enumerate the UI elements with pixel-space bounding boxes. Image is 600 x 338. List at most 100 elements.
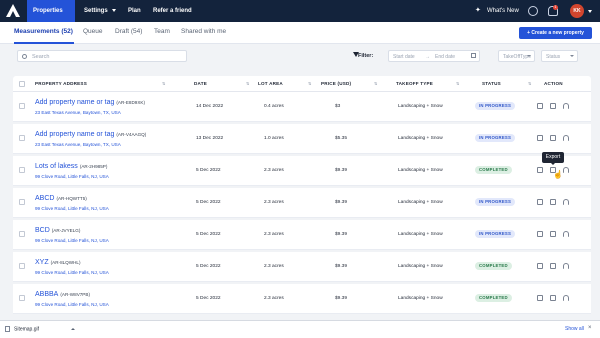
logo-icon[interactable] xyxy=(0,0,26,22)
duplicate-icon[interactable] xyxy=(537,263,543,269)
headset-icon[interactable] xyxy=(563,199,569,205)
column-label: PROPERTY ADDRESS xyxy=(35,81,87,86)
column-status[interactable]: STATUS xyxy=(482,81,501,86)
whats-new-link[interactable]: What's New xyxy=(487,0,519,22)
nav-refer-friend[interactable]: Refer a friend xyxy=(147,0,198,22)
takeoff-type-cell: Landscaping + Snow xyxy=(398,136,443,141)
property-name-link[interactable]: ABBBA (AR-W8V7PB) xyxy=(35,291,90,298)
nav-settings[interactable]: Settings xyxy=(78,0,122,22)
download-item[interactable]: Sitemap.gif xyxy=(5,326,39,332)
sort-icon[interactable]: ⇅ xyxy=(528,81,531,86)
avatar[interactable]: KK xyxy=(570,4,584,18)
lot-area-cell: 2.3 acres xyxy=(264,168,284,173)
duplicate-icon[interactable] xyxy=(537,199,543,205)
tab-draft[interactable]: Draft (54) xyxy=(115,28,142,35)
sort-icon[interactable]: ⇅ xyxy=(374,81,377,86)
select-all-checkbox[interactable] xyxy=(19,81,25,87)
table-row[interactable]: Lots of lakess (AR-2H985P) 99 Clove Road, … xyxy=(13,156,591,186)
export-icon[interactable] xyxy=(550,103,556,109)
property-name-link[interactable]: XYZ (AR-8LQWHL) xyxy=(35,259,81,266)
headset-icon[interactable] xyxy=(563,167,569,173)
export-icon[interactable] xyxy=(550,263,556,269)
nav-properties[interactable]: Properties xyxy=(27,0,75,34)
tab-team[interactable]: Team xyxy=(154,28,170,35)
property-address-link[interactable]: 99 Clove Road, Little Falls, NJ, USA xyxy=(35,238,109,243)
export-icon[interactable] xyxy=(550,135,556,141)
property-name: Add property name or tag xyxy=(35,99,115,106)
table-row[interactable]: ABBBA (AR-W8V7PB) 99 Clove Road, Little Fa… xyxy=(13,284,591,314)
show-all-link[interactable]: Show all xyxy=(565,326,584,332)
sort-icon[interactable]: ⇅ xyxy=(308,81,311,86)
property-name-link[interactable]: Lots of lakess (AR-2H985P) xyxy=(35,163,107,170)
export-icon[interactable] xyxy=(550,199,556,205)
sort-icon[interactable]: ⇅ xyxy=(456,81,459,86)
export-icon[interactable] xyxy=(550,295,556,301)
row-checkbox[interactable] xyxy=(19,135,25,141)
duplicate-icon[interactable] xyxy=(537,135,543,141)
close-icon[interactable]: × xyxy=(588,325,592,331)
duplicate-icon[interactable] xyxy=(537,167,543,173)
table-row[interactable]: ABCD (AR-HQWTT5) 99 Clove Road, Little Fal… xyxy=(13,188,591,218)
tab-measurements[interactable]: Measurements (52) xyxy=(14,28,73,35)
row-checkbox[interactable] xyxy=(19,295,25,301)
row-checkbox[interactable] xyxy=(19,167,25,173)
status-select[interactable]: Status xyxy=(541,50,578,62)
tab-queue[interactable]: Queue xyxy=(83,28,103,35)
filter-label: Filter: xyxy=(358,53,374,59)
date-range-field[interactable]: Start date → End date xyxy=(388,50,480,62)
duplicate-icon[interactable] xyxy=(537,295,543,301)
help-icon[interactable] xyxy=(528,6,538,16)
end-date-placeholder: End date xyxy=(435,53,456,60)
property-address-link[interactable]: 99 Clove Road, Little Falls, NJ, USA xyxy=(35,174,109,179)
property-name-link[interactable]: Add property name or tag (AR-E8D9XK) xyxy=(35,99,145,106)
takeoff-type-select[interactable]: TakeOffType xyxy=(498,50,535,62)
search-input[interactable]: Search xyxy=(17,50,187,62)
column-label: LOT AREA xyxy=(258,81,283,86)
column-takeoff-type[interactable]: TAKEOFF TYPE xyxy=(396,81,433,86)
property-address-link[interactable]: 99 Clove Road, Little Falls, NJ, USA xyxy=(35,270,109,275)
headset-icon[interactable] xyxy=(563,295,569,301)
property-address-link[interactable]: 99 Clove Road, Little Falls, NJ, USA xyxy=(35,206,109,211)
column-date[interactable]: DATE xyxy=(194,81,207,86)
headset-icon[interactable] xyxy=(563,231,569,237)
property-name: ABBBA xyxy=(35,291,59,298)
export-icon[interactable] xyxy=(550,231,556,237)
megaphone-icon: ✦ xyxy=(475,7,481,14)
row-checkbox[interactable] xyxy=(19,103,25,109)
property-address-link[interactable]: 99 Clove Road, Little Falls, NJ, USA xyxy=(35,302,109,307)
property-name-link[interactable]: Add property name or tag (AR-V4AAGQ) xyxy=(35,131,146,138)
property-address-link[interactable]: 23 East Texas Avenue, Baytown, TX, USA xyxy=(35,110,121,115)
table-row[interactable]: XYZ (AR-8LQWHL) 99 Clove Road, Little Fall… xyxy=(13,252,591,282)
sort-icon[interactable]: ⇅ xyxy=(162,81,165,86)
date-cell: 14 Dec 2022 xyxy=(196,104,224,109)
duplicate-icon[interactable] xyxy=(537,103,543,109)
column-price[interactable]: PRICE (USD) xyxy=(321,81,351,86)
search-icon xyxy=(22,54,27,59)
price-cell: $9.39 xyxy=(335,168,348,173)
row-checkbox[interactable] xyxy=(19,263,25,269)
table-row[interactable]: Add property name or tag (AR-V4AAGQ) 23 Ea… xyxy=(13,124,591,154)
tab-shared-with-me[interactable]: Shared with me xyxy=(181,28,226,35)
chevron-down-icon[interactable] xyxy=(588,10,592,13)
sort-icon[interactable]: ⇅ xyxy=(246,81,249,86)
row-checkbox[interactable] xyxy=(19,231,25,237)
headset-icon[interactable] xyxy=(563,103,569,109)
headset-icon[interactable] xyxy=(563,263,569,269)
table-row[interactable]: Add property name or tag (AR-E8D9XK) 23 Ea… xyxy=(13,92,591,122)
table-row[interactable]: BCD (AR-JVYELG) 99 Clove Road, Little Fall… xyxy=(13,220,591,250)
duplicate-icon[interactable] xyxy=(537,231,543,237)
column-lot-area[interactable]: LOT AREA xyxy=(258,81,283,86)
status-badge: IN PROGRESS xyxy=(475,230,516,238)
chevron-up-icon[interactable] xyxy=(71,328,75,330)
column-property-address[interactable]: PROPERTY ADDRESS xyxy=(35,81,87,86)
property-address-link[interactable]: 23 East Texas Avenue, Baytown, TX, USA xyxy=(35,142,121,147)
create-property-button[interactable]: + Create a new property xyxy=(519,27,592,39)
search-placeholder: Search xyxy=(32,53,50,60)
takeoff-type-cell: Landscaping + Snow xyxy=(398,168,443,173)
row-checkbox[interactable] xyxy=(19,199,25,205)
property-name-link[interactable]: BCD (AR-JVYELG) xyxy=(35,227,80,234)
property-name-link[interactable]: ABCD (AR-HQWTT5) xyxy=(35,195,87,202)
headset-icon[interactable] xyxy=(563,135,569,141)
nav-plan[interactable]: Plan xyxy=(122,0,147,22)
property-code: (AR-2H985P) xyxy=(79,164,108,169)
